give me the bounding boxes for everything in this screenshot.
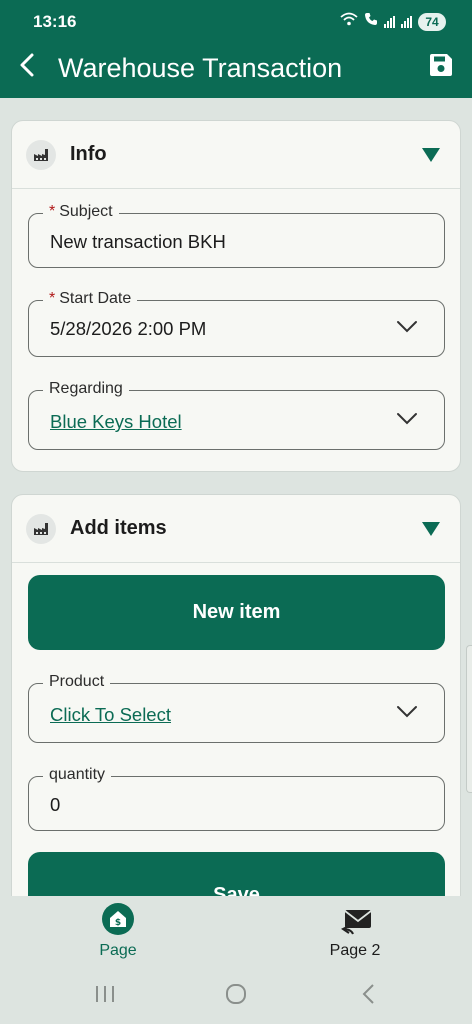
factory-icon <box>26 139 56 170</box>
svg-text:$: $ <box>115 918 121 928</box>
regarding-field[interactable]: Regarding Blue Keys Hotel <box>28 380 445 450</box>
start-date-label: * Start Date <box>43 290 138 308</box>
quantity-field[interactable]: quantity 0 <box>28 766 445 831</box>
chevron-down-icon[interactable] <box>396 320 418 339</box>
back-nav-icon[interactable] <box>360 983 376 1010</box>
start-date-value: 5/28/2026 2:00 PM <box>50 318 207 339</box>
app-header: 13:16 74 Warehouse Transaction <box>0 0 472 98</box>
info-card: Info * Subject New transaction BKH * Start… <box>11 120 461 472</box>
call-icon <box>364 12 378 31</box>
wifi-icon <box>340 12 358 31</box>
product-select-link[interactable]: Click To Select <box>50 704 171 726</box>
product-label: Product <box>43 673 111 691</box>
page-title: Warehouse Transaction <box>58 53 343 83</box>
product-field[interactable]: Product Click To Select <box>28 673 445 743</box>
info-section-header[interactable]: Info <box>12 121 460 189</box>
battery-badge: 74 <box>418 12 446 31</box>
signal-icon-2 <box>401 15 412 28</box>
bottom-navigation: $ Page Page 2 <box>0 896 472 966</box>
nav-item-page[interactable]: $ Page <box>43 902 193 960</box>
subject-field[interactable]: * Subject New transaction BKH <box>28 203 445 268</box>
chevron-left-icon <box>18 52 36 83</box>
home-icon[interactable] <box>225 983 247 1010</box>
nav-label-page-2: Page 2 <box>329 942 381 959</box>
save-toolbar-button[interactable] <box>424 50 458 84</box>
money-house-icon: $ <box>43 902 193 936</box>
recent-apps-icon[interactable] <box>94 984 116 1009</box>
subject-value: New transaction BKH <box>50 231 226 252</box>
back-button[interactable] <box>10 50 44 84</box>
required-marker: * <box>49 203 56 220</box>
chevron-down-icon[interactable] <box>396 705 418 724</box>
mail-reply-icon <box>280 902 430 936</box>
quantity-label: quantity <box>43 766 112 784</box>
status-time: 13:16 <box>33 12 77 31</box>
subject-label: * Subject <box>43 203 119 221</box>
new-item-button[interactable]: New item <box>28 575 445 650</box>
add-items-section-header[interactable]: Add items <box>12 495 460 563</box>
add-items-section-title: Add items <box>70 517 167 539</box>
add-items-card: Add items New item Product Click To Sele… <box>11 494 461 914</box>
status-icons: 74 <box>340 12 446 31</box>
nav-label-page: Page <box>99 942 137 959</box>
floppy-disk-icon <box>428 52 454 83</box>
regarding-label: Regarding <box>43 380 129 398</box>
start-date-field[interactable]: * Start Date 5/28/2026 2:00 PM <box>28 290 445 357</box>
chevron-down-icon[interactable] <box>396 412 418 431</box>
regarding-link[interactable]: Blue Keys Hotel <box>50 411 182 433</box>
collapse-arrow-icon[interactable] <box>422 521 440 536</box>
scroll-handle[interactable] <box>466 645 472 793</box>
required-marker: * <box>49 290 56 307</box>
collapse-arrow-icon[interactable] <box>422 147 440 162</box>
system-navigation-bar <box>0 966 472 1024</box>
info-section-title: Info <box>70 143 107 165</box>
quantity-value: 0 <box>50 794 61 815</box>
factory-icon <box>26 513 56 544</box>
signal-icon <box>384 15 395 28</box>
nav-item-page-2[interactable]: Page 2 <box>280 902 430 960</box>
